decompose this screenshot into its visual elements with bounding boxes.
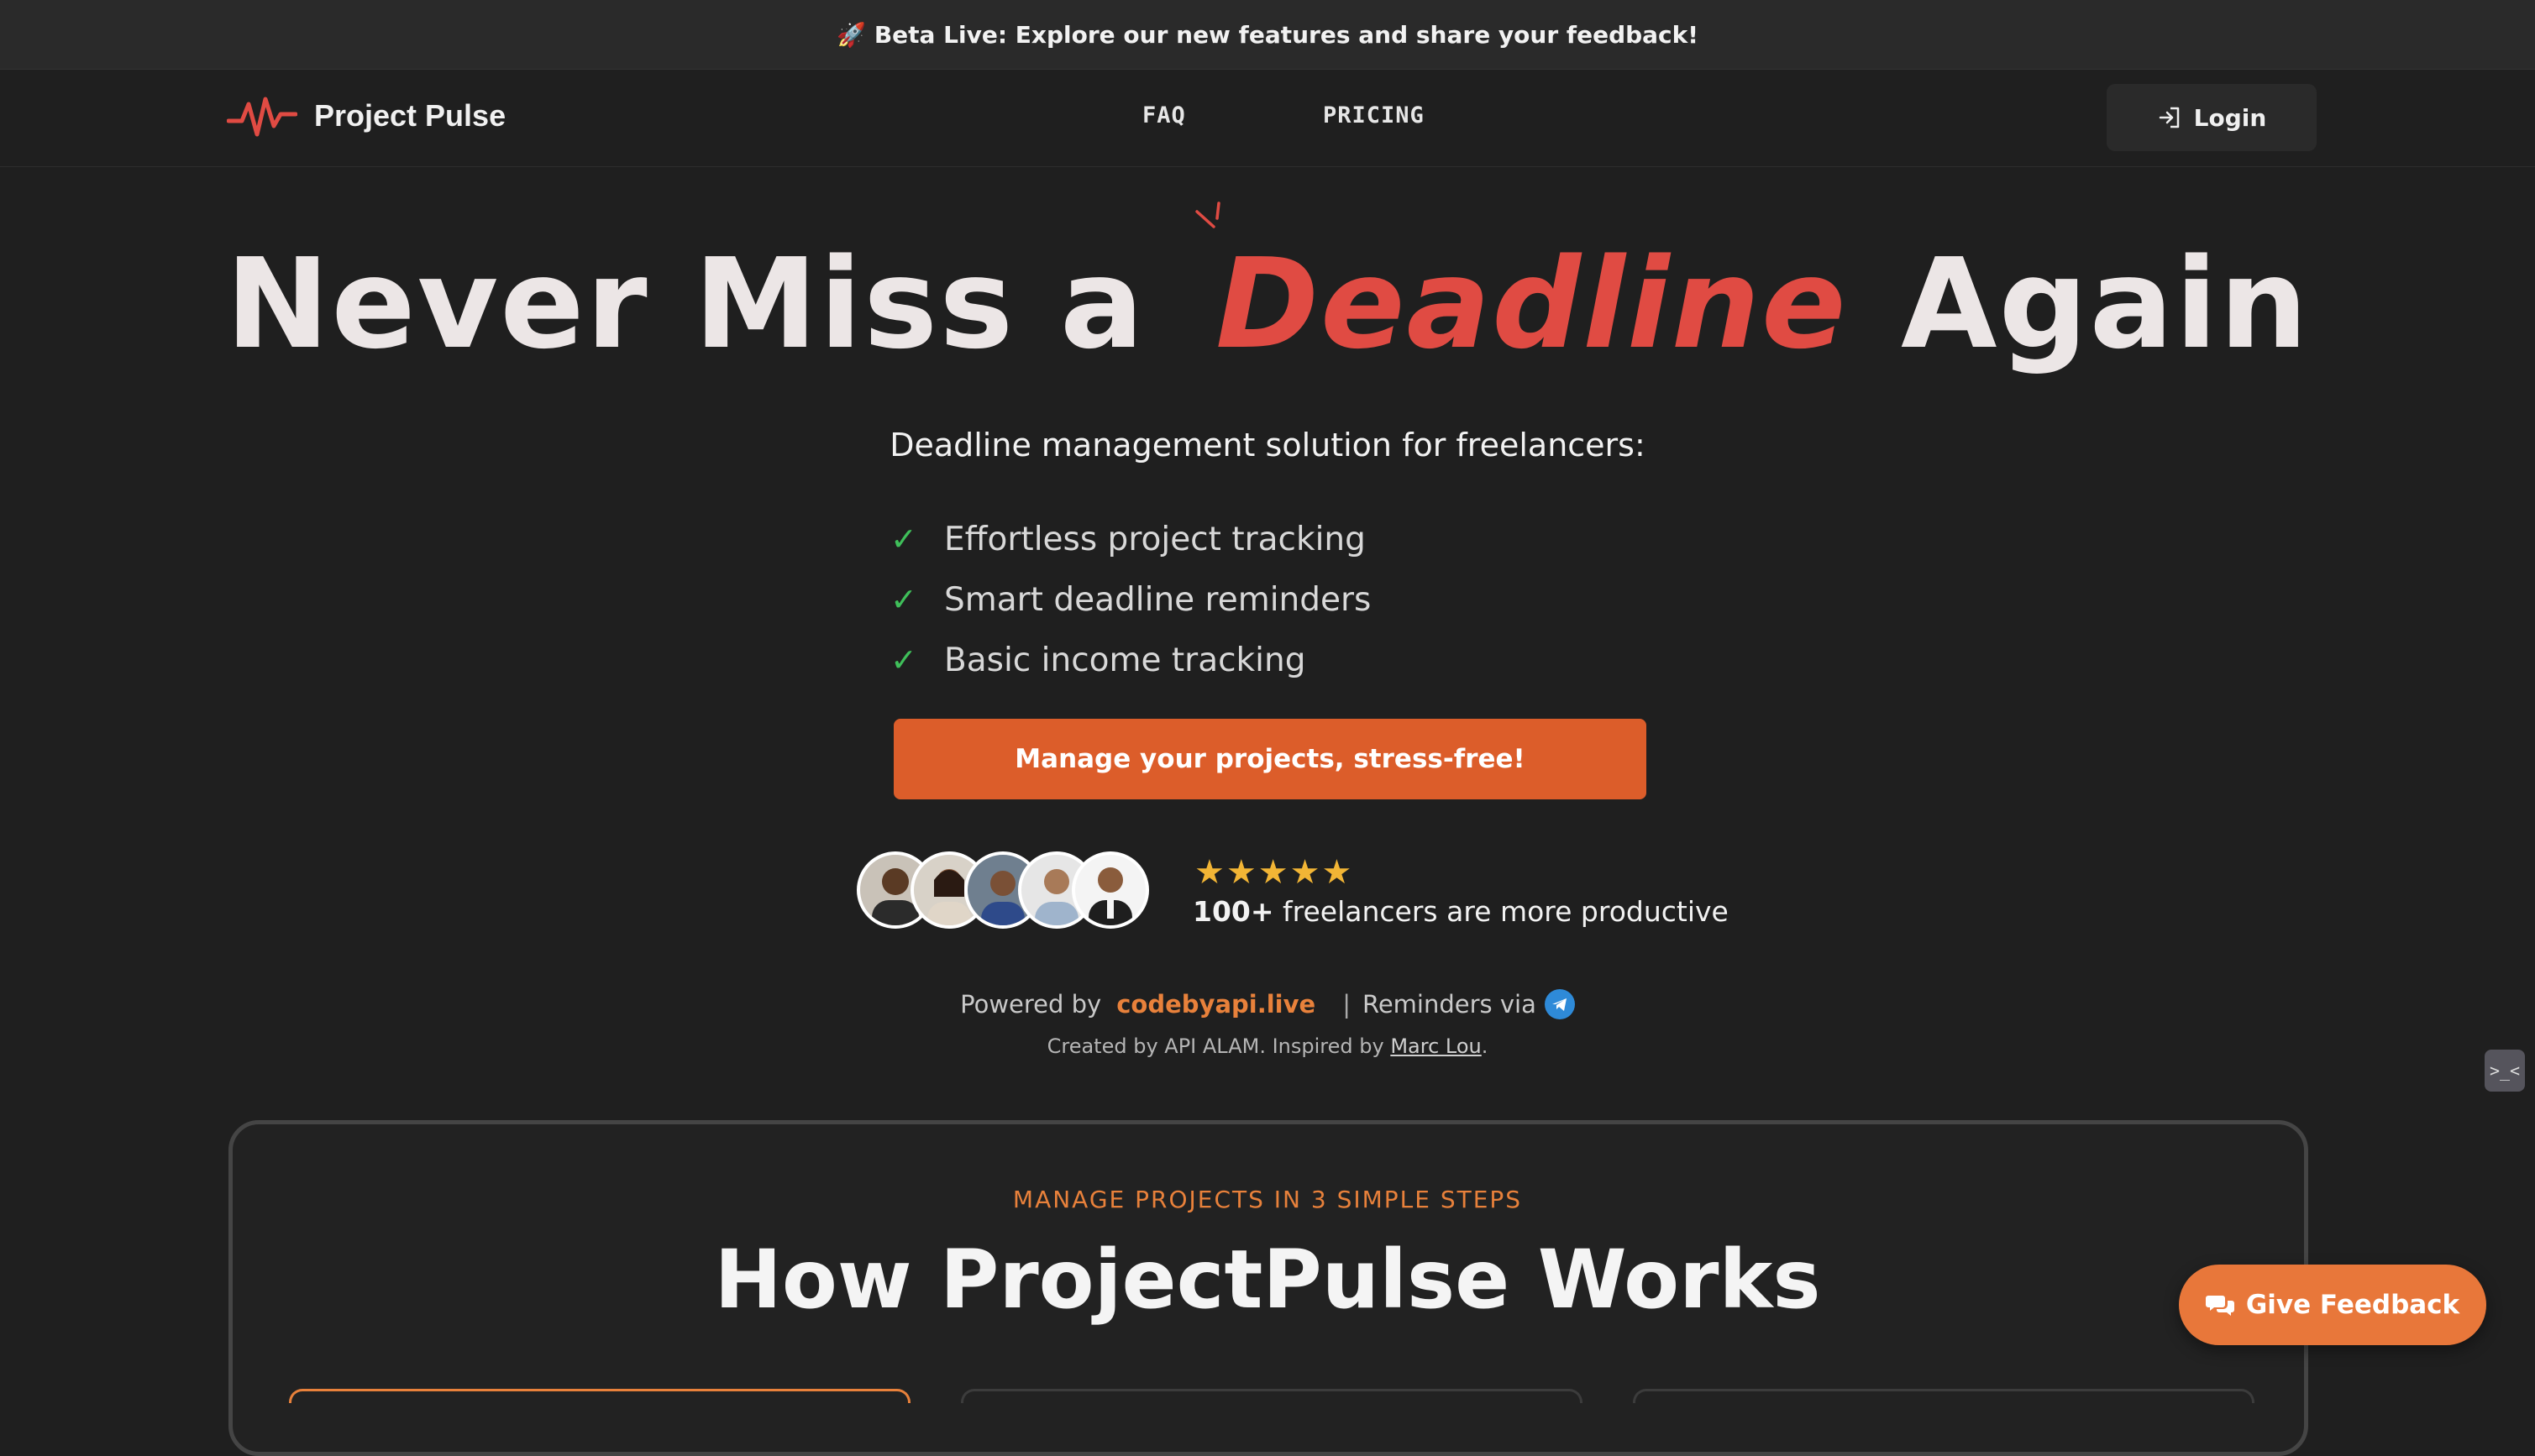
check-icon: ✓ (890, 581, 917, 618)
hero-title: Never Miss a Deadline Again (0, 202, 2535, 376)
feature-label: Smart deadline reminders (944, 580, 1372, 619)
hero-subtitle: Deadline management solution for freelan… (890, 427, 1645, 464)
marc-lou-link[interactable]: Marc Lou (1390, 1034, 1481, 1058)
powered-by: Powered by codebyapi.live | Reminders vi… (0, 989, 2535, 1019)
give-feedback-button[interactable]: Give Feedback (2179, 1265, 2486, 1345)
powered-prefix: Powered by (960, 990, 1102, 1019)
avatar-stack (857, 851, 1159, 935)
social-proof-label: freelancers are more productive (1273, 895, 1729, 928)
login-label: Login (2193, 103, 2267, 132)
login-button[interactable]: Login (2107, 84, 2317, 151)
give-feedback-label: Give Feedback (2245, 1290, 2460, 1320)
hero-title-after: Again (1855, 232, 2310, 376)
hero-title-accent-text: Deadline (1215, 232, 1848, 376)
hero-title-accent: Deadline (1190, 202, 1855, 376)
announcement-banner: 🚀 Beta Live: Explore our new features an… (0, 0, 2535, 70)
star-rating: ★★★★★ (1194, 853, 1354, 892)
rocket-icon: 🚀 (836, 20, 866, 49)
feature-label: Effortless project tracking (944, 520, 1366, 558)
logo[interactable]: Project Pulse (227, 92, 506, 139)
credits: Created by API ALAM. Inspired by Marc Lo… (0, 1034, 2535, 1058)
hero-title-before: Never Miss a (225, 232, 1191, 376)
cta-button[interactable]: Manage your projects, stress-free! (894, 719, 1646, 799)
devtools-icon[interactable]: >_< (2485, 1050, 2525, 1092)
feature-item: ✓ Basic income tracking (890, 630, 1371, 690)
announcement-text: Beta Live: Explore our new features and … (874, 20, 1699, 49)
step-card[interactable] (1633, 1389, 2254, 1403)
telegram-icon[interactable] (1544, 989, 1575, 1019)
step-card[interactable] (961, 1389, 1582, 1403)
credits-prefix: Created by API ALAM. Inspired by (1047, 1034, 1391, 1058)
step-card[interactable] (289, 1389, 911, 1403)
freelancer-count: 100+ (1193, 895, 1274, 928)
spark-icon (1195, 202, 1220, 228)
credits-suffix: . (1481, 1034, 1488, 1058)
check-icon: ✓ (890, 521, 917, 558)
brand-name: Project Pulse (314, 98, 506, 133)
login-icon (2159, 107, 2179, 128)
social-proof-text: 100+ freelancers are more productive (1193, 895, 1729, 928)
pulse-icon (227, 97, 297, 137)
section-title: How ProjectPulse Works (714, 1233, 1821, 1327)
feature-list: ✓ Effortless project tracking ✓ Smart dead… (890, 509, 1371, 690)
feature-item: ✓ Smart deadline reminders (890, 569, 1371, 630)
section-kicker: MANAGE PROJECTS IN 3 SIMPLE STEPS (1012, 1186, 1523, 1213)
powered-brand-link[interactable]: codebyapi.live (1116, 990, 1315, 1019)
check-icon: ✓ (890, 642, 917, 678)
chat-bubbles-icon (2205, 1296, 2234, 1316)
avatar (1072, 851, 1149, 929)
nav-pricing[interactable]: PRICING (1323, 102, 1425, 128)
feature-item: ✓ Effortless project tracking (890, 509, 1371, 569)
navbar: Project Pulse FAQ PRICING Login (0, 69, 2535, 167)
feature-label: Basic income tracking (944, 641, 1306, 679)
separator: | (1342, 990, 1351, 1019)
reminders-label: Reminders via (1362, 990, 1536, 1019)
nav-faq[interactable]: FAQ (1142, 102, 1186, 128)
